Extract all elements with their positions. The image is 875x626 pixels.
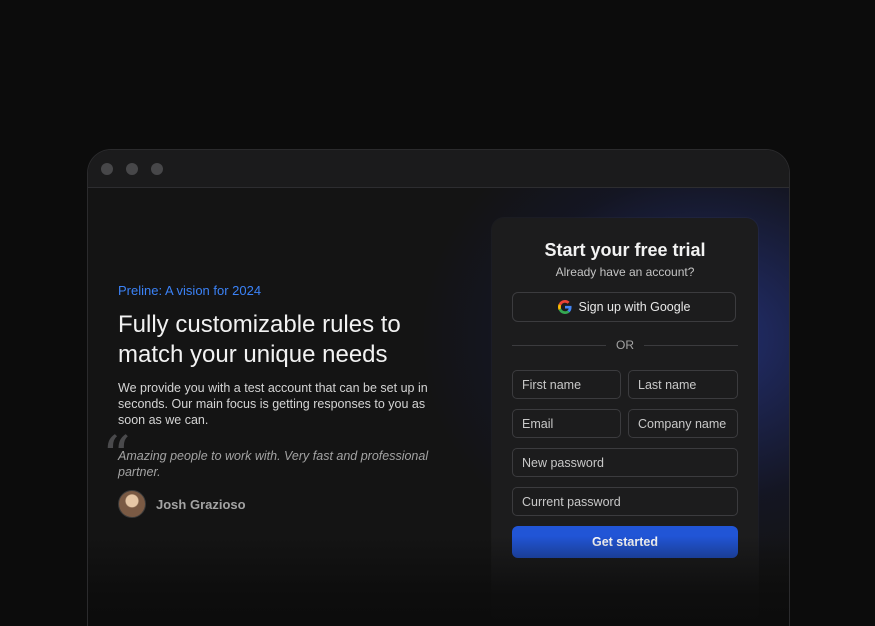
- current-password-field[interactable]: [512, 487, 738, 516]
- or-divider: OR: [512, 338, 738, 352]
- testimonial-author: Josh Grazioso: [118, 490, 448, 518]
- divider-line: [512, 344, 606, 346]
- hero-headline: Fully customizable rules to match your u…: [118, 310, 448, 370]
- testimonial-text: Amazing people to work with. Very fast a…: [118, 449, 429, 479]
- signup-card: Start your free trial Already have an ac…: [492, 218, 758, 626]
- window-close-dot[interactable]: [101, 162, 113, 175]
- email-field[interactable]: [512, 409, 621, 438]
- window-maximize-dot[interactable]: [151, 162, 163, 175]
- or-text: OR: [616, 338, 634, 352]
- hero-section: Preline: A vision for 2024 Fully customi…: [102, 283, 448, 518]
- company-name-field[interactable]: [628, 409, 738, 438]
- window-minimize-dot[interactable]: [126, 162, 138, 175]
- author-name: Josh Grazioso: [156, 496, 246, 512]
- divider-line: [644, 344, 738, 346]
- new-password-field[interactable]: [512, 448, 738, 477]
- avatar: [118, 490, 146, 518]
- testimonial: “ Amazing people to work with. Very fast…: [102, 430, 448, 518]
- google-signup-label: Sign up with Google: [578, 300, 691, 314]
- last-name-field[interactable]: [628, 370, 738, 399]
- google-signup-button[interactable]: Sign up with Google: [512, 292, 736, 322]
- window-titlebar: [88, 150, 789, 188]
- hero-eyebrow: Preline: A vision for 2024: [118, 283, 262, 298]
- hero-headline-line1: Fully customizable rules to: [118, 311, 401, 338]
- google-icon: [557, 300, 572, 314]
- hero-description: We provide you with a test account that …: [118, 381, 428, 427]
- hero-headline-line2: match your unique needs: [118, 341, 388, 368]
- first-name-field[interactable]: [512, 370, 621, 399]
- signup-title: Start your free trial: [544, 240, 706, 260]
- browser-window: Preline: A vision for 2024 Fully customi…: [87, 149, 790, 626]
- get-started-button[interactable]: Get started: [512, 526, 738, 558]
- page-content: Preline: A vision for 2024 Fully customi…: [88, 188, 789, 626]
- signup-subtitle[interactable]: Already have an account?: [492, 265, 758, 279]
